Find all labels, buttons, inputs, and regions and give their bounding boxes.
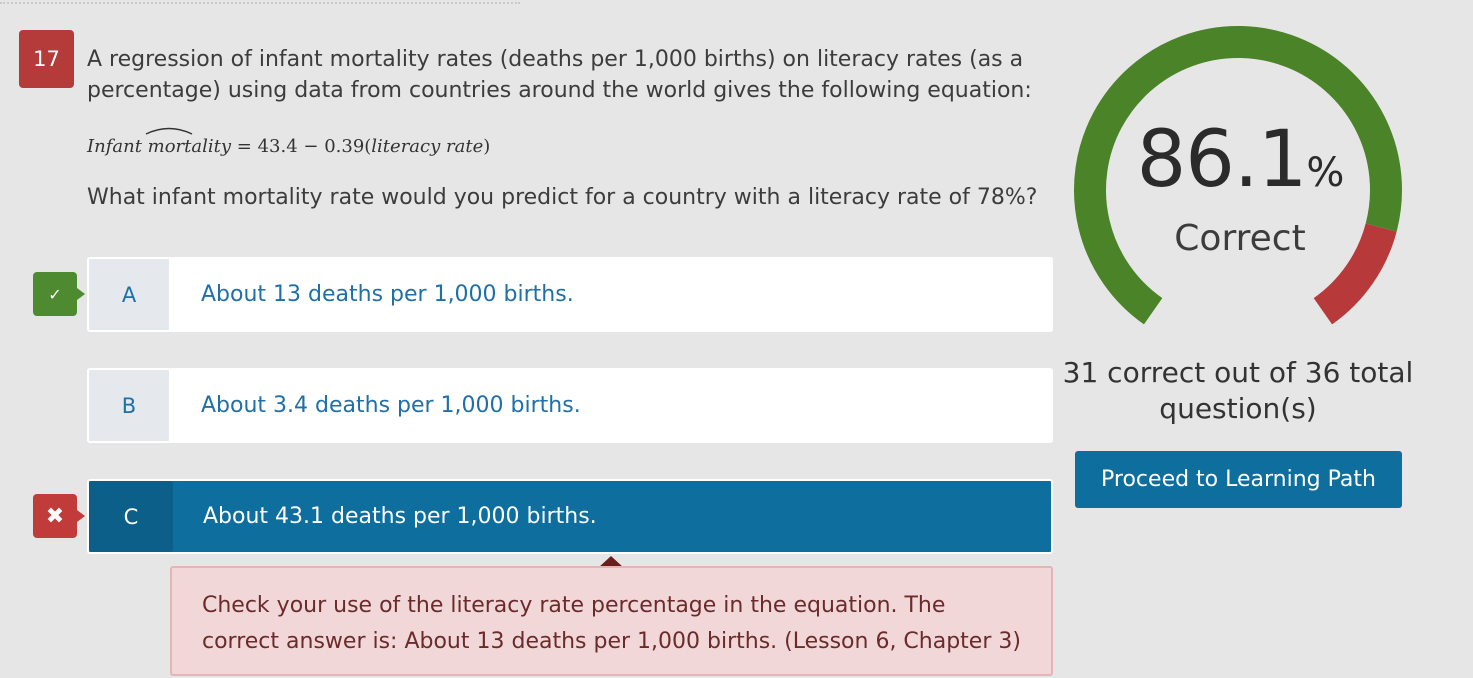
question-number-badge: 17 <box>19 30 74 88</box>
option-letter: A <box>87 257 171 332</box>
feedback-message: Check your use of the literacy rate perc… <box>170 566 1053 676</box>
question-prompt: What infant mortality rate would you pre… <box>87 185 1038 210</box>
equation-lhs: Infant mortality <box>87 127 237 157</box>
option-letter: B <box>87 368 171 443</box>
answer-option-c[interactable]: C About 43.1 deaths per 1,000 births. <box>87 479 1053 554</box>
hat-accent-icon <box>145 127 193 135</box>
correct-answer-marker: ✓ <box>33 272 85 316</box>
option-text: About 43.1 deaths per 1,000 births. <box>203 504 597 529</box>
score-summary: 31 correct out of 36 total question(s) <box>1062 356 1414 425</box>
answer-option-a[interactable]: A About 13 deaths per 1,000 births. <box>87 257 1053 332</box>
score-unit: % <box>1306 150 1344 196</box>
score-label: Correct <box>1174 218 1306 259</box>
answer-option-b[interactable]: B About 3.4 deaths per 1,000 births. <box>87 368 1053 443</box>
checkmark-icon: ✓ <box>48 284 62 304</box>
score-value: 86.1 <box>1136 115 1308 205</box>
incorrect-answer-marker: ✖ <box>33 494 85 538</box>
equation-rhs-variable: literacy rate <box>371 136 484 157</box>
equation-rhs-prefix: = 43.4 − 0.39( <box>236 136 372 157</box>
score-percentage: 86.1% <box>1060 115 1420 205</box>
option-text: About 13 deaths per 1,000 births. <box>201 282 574 307</box>
equation-rhs-suffix: ) <box>483 136 491 157</box>
proceed-to-learning-path-button[interactable]: Proceed to Learning Path <box>1075 451 1402 508</box>
question-text: A regression of infant mortality rates (… <box>87 47 1032 103</box>
scrolled-content-edge <box>0 0 520 4</box>
regression-equation: Infant mortality = 43.4 − 0.39(literacy … <box>87 127 491 157</box>
option-text: About 3.4 deaths per 1,000 births. <box>201 393 581 418</box>
cross-icon: ✖ <box>45 503 65 529</box>
option-letter: C <box>89 481 173 552</box>
